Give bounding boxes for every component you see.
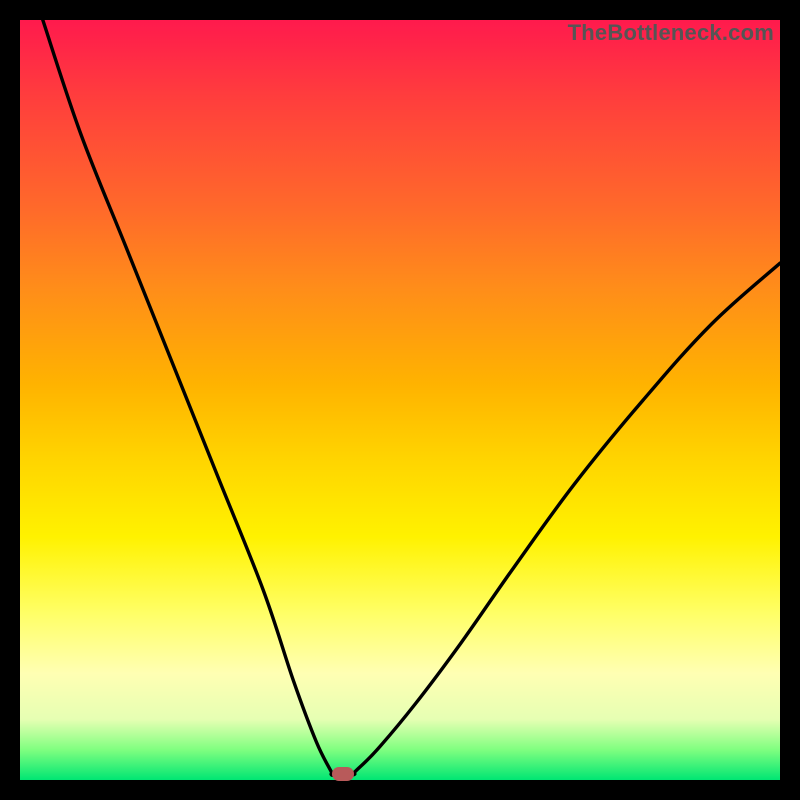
bottleneck-curve — [20, 20, 780, 780]
curve-path — [43, 20, 780, 775]
minimum-marker — [332, 767, 354, 781]
chart-frame: TheBottleneck.com — [0, 0, 800, 800]
attribution-watermark: TheBottleneck.com — [568, 20, 774, 46]
plot-area: TheBottleneck.com — [20, 20, 780, 780]
